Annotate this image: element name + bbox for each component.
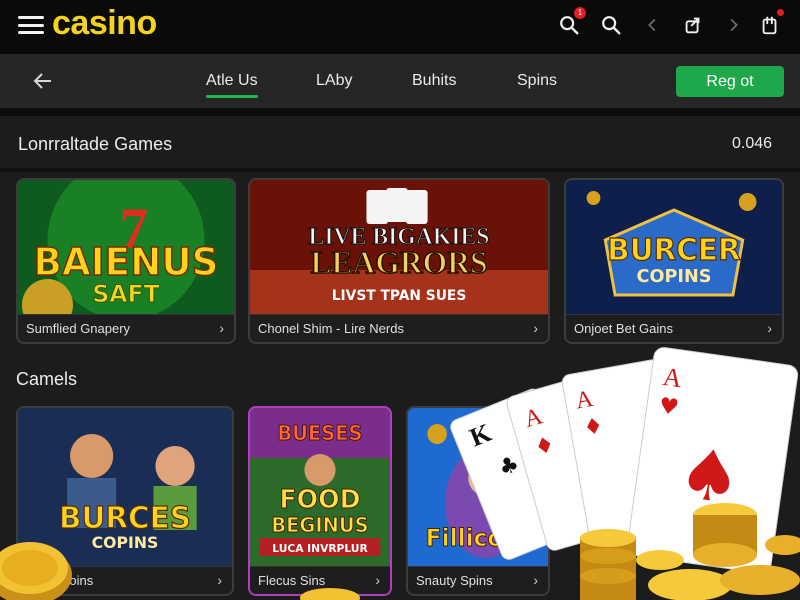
game-thumbnail: BUESES FOOD BEGINUS LUCA INVRPLUR — [250, 408, 390, 568]
share-icon — [685, 17, 700, 34]
svg-text:A: A — [574, 386, 596, 415]
game-card[interactable]: 7 BAIENUS SAFT Sumflied Gnapery › — [16, 178, 236, 344]
game-card[interactable]: BURCER COPINS Onjoet Bet Gains › — [564, 178, 784, 344]
art-subtitle: LUCA INVRPLUR — [272, 542, 368, 555]
card-footer: Onjoet Bet Gains › — [566, 314, 782, 342]
art-title-2: LEAGRORS — [310, 245, 487, 280]
next-button[interactable] — [720, 12, 746, 38]
share-button[interactable] — [680, 12, 706, 38]
chevron-left-icon — [648, 18, 656, 32]
card-label: Flecus Sins — [258, 573, 326, 588]
card-footer: Snauty Spins › — [408, 566, 548, 594]
search-button-2[interactable] — [598, 12, 624, 38]
card-label: Snauty Spins — [416, 573, 493, 588]
card-label: Onjoet Bet Gains — [574, 321, 673, 336]
game-thumbnail: Fillicota — [408, 408, 548, 568]
section-title: Lonrraltade Games — [18, 134, 173, 154]
art-title: Fillicota — [426, 524, 531, 552]
card-label: Sumflied Gnapery — [26, 321, 131, 336]
game-thumbnail: 7 BAIENUS SAFT — [18, 180, 234, 317]
wallet-alert-dot — [777, 9, 784, 16]
section-title: Camels — [16, 369, 78, 389]
prev-button[interactable] — [640, 12, 666, 38]
nav-bar: Atle Us LAby Buhits Spins Reg ot — [0, 54, 800, 108]
card-label: Chonel Shim - Lire Nerds — [258, 321, 404, 336]
notification-badge: 1 — [574, 7, 586, 19]
wallet-button[interactable] — [757, 9, 784, 38]
chevron-right-icon: › — [375, 572, 380, 588]
game-thumbnail: BURCES COPINS — [18, 408, 232, 568]
playing-card-ace-hearts: A ♦ — [561, 357, 697, 543]
chevron-right-icon: › — [533, 572, 538, 588]
card-footer: Sumflied Gnapery › — [18, 314, 234, 342]
hamburger-menu-icon[interactable] — [18, 14, 44, 36]
svg-text:♥: ♥ — [657, 394, 680, 422]
art-title: BURCER — [607, 233, 741, 268]
game-thumbnail: BURCER COPINS — [566, 180, 782, 317]
tab-lobby[interactable]: LAby — [316, 72, 352, 90]
game-card[interactable]: BUESES FOOD BEGINUS LUCA INVRPLUR Flecus… — [248, 406, 392, 596]
art-subtitle: COPINS — [636, 266, 711, 287]
game-card[interactable]: LIVE BIGAKIES LEAGRORS LIVST TPAN SUES C… — [248, 178, 550, 344]
back-button[interactable] — [30, 68, 56, 94]
chevron-right-icon: › — [767, 320, 772, 336]
gold-coin-stack — [580, 503, 800, 600]
svg-text:♦: ♦ — [582, 413, 606, 441]
card-footer: Chonel Shim - Lire Nerds › — [250, 314, 548, 342]
art-top: BUESES — [277, 422, 362, 445]
card-footer: Flecus Sins › — [250, 566, 390, 594]
svg-text:A: A — [661, 362, 684, 393]
svg-text:♠: ♠ — [673, 431, 747, 521]
tab-about-us[interactable]: Atle Us — [206, 72, 258, 98]
art-title: FOOD — [279, 485, 360, 515]
art-subtitle: COPINS — [92, 533, 159, 552]
art-title: BAIENUS — [34, 240, 219, 284]
tab-spins[interactable]: Spins — [517, 72, 557, 90]
chevron-right-icon: › — [219, 320, 224, 336]
chevron-right-icon: › — [533, 320, 538, 336]
art-title: BURCES — [59, 501, 191, 536]
game-card[interactable]: Fillicota Snauty Spins › — [406, 406, 550, 596]
art-title-2: BEGINUS — [271, 514, 368, 537]
tab-bonuses[interactable]: Buhits — [412, 72, 456, 90]
playing-card-ace-spades: A ♥ ♠ — [626, 347, 799, 574]
search-button[interactable]: 1 — [556, 7, 586, 38]
app-screen: casino 1 Atle Us LAby Buhits Spins Reg o… — [0, 0, 800, 600]
card-footer: Ca rs Soins › — [18, 566, 232, 594]
arrow-left-icon — [33, 73, 51, 89]
register-button[interactable]: Reg ot — [676, 66, 784, 97]
divider — [0, 168, 800, 172]
search-icon — [602, 16, 621, 35]
top-header: casino 1 — [0, 0, 800, 54]
art-subtitle: LIVST TPAN SUES — [332, 288, 467, 304]
art-subtitle: SAFT — [92, 280, 160, 308]
card-label: Ca rs Soins — [26, 573, 94, 588]
game-card[interactable]: BURCES COPINS Ca rs Soins › — [16, 406, 234, 596]
app-logo[interactable]: casino — [52, 4, 157, 43]
chevron-right-icon — [730, 18, 738, 32]
section-value: 0.046 — [732, 135, 773, 152]
game-thumbnail: LIVE BIGAKIES LEAGRORS LIVST TPAN SUES — [250, 180, 548, 317]
chevron-right-icon: › — [217, 572, 222, 588]
section-separator — [0, 108, 800, 116]
wallet-icon — [762, 16, 777, 35]
